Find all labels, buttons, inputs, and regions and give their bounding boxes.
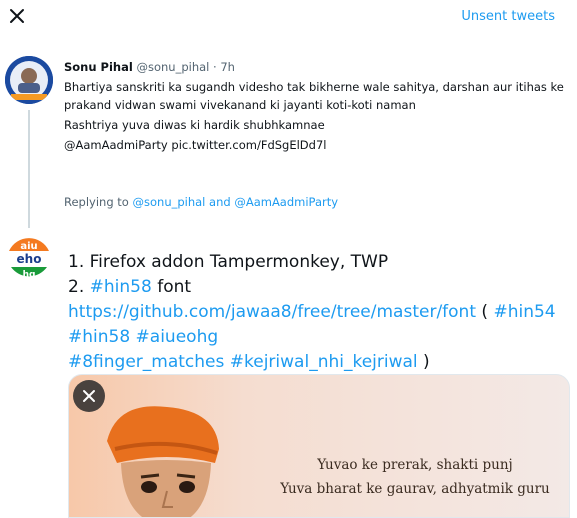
tweet-original[interactable]: Sonu Pihal @sonu_pihal · 7h Bhartiya san… <box>64 58 564 154</box>
unsent-tweets-link[interactable]: Unsent tweets <box>461 9 555 24</box>
open-paren: ( <box>481 302 489 322</box>
tweet-time[interactable]: 7h <box>220 60 235 74</box>
url-link[interactable]: https://github.com/jawaa8/free/tree/mast… <box>68 302 476 322</box>
draft-line-1: 1. Firefox addon Tampermonkey, TWP <box>68 252 389 272</box>
replying-prefix: Replying to <box>64 195 129 209</box>
close-paren: ) <box>423 352 430 372</box>
replying-users-link[interactable]: @sonu_pihal and @AamAadmiParty <box>133 195 339 209</box>
avatar-text-middle: eho <box>17 252 42 266</box>
close-icon[interactable] <box>6 5 28 27</box>
hashtag-links-group-2[interactable]: #8finger_matches #kejriwal_nhi_kejriwal <box>68 352 418 372</box>
top-bar: Unsent tweets <box>0 0 577 34</box>
thread-line <box>28 110 30 228</box>
my-avatar[interactable]: aiu eho hg <box>5 234 53 282</box>
draft-word: font <box>157 277 192 297</box>
quote-line-1: Yuvao ke prerak, shakti punj <box>317 457 513 473</box>
replying-to: Replying to @sonu_pihal and @AamAadmiPar… <box>64 195 338 209</box>
avatar-text-top: aiu <box>20 241 37 252</box>
tweet-body-line-2: Rashtriya yuva diwas ki hardik shubhkamn… <box>64 118 325 132</box>
draft-line-4: #8finger_matches #kejriwal_nhi_kejriwal … <box>68 350 568 375</box>
draft-tweet[interactable]: 1. Firefox addon Tampermonkey, TWP 2. #h… <box>68 250 568 375</box>
hashtag-link[interactable]: #hin58 <box>90 277 152 297</box>
author-handle[interactable]: @sonu_pihal <box>136 60 209 74</box>
draft-prefix: 2. <box>68 277 85 297</box>
tweet-body-line-3: @AamAadmiParty pic.twitter.com/FdSgElDd7… <box>64 138 327 152</box>
attached-image[interactable]: Yuvao ke prerak, shakti punj Yuva bharat… <box>68 374 570 518</box>
separator-dot: · <box>213 60 217 74</box>
image-quote: Yuvao ke prerak, shakti punj Yuva bharat… <box>265 453 565 501</box>
avatar[interactable] <box>5 56 53 104</box>
author-name[interactable]: Sonu Pihal <box>64 60 133 74</box>
remove-media-icon[interactable] <box>73 380 105 412</box>
quote-line-2: Yuva bharat ke gaurav, adhyatmik guru <box>280 481 550 497</box>
avatar-text-bottom: hg <box>23 270 36 280</box>
draft-line-2: 2. #hin58 font https://github.com/jawaa8… <box>68 275 568 350</box>
portrait-illustration <box>87 401 247 517</box>
tweet-body-line-1: Bhartiya sanskriti ka sugandh videsho ta… <box>64 80 564 112</box>
